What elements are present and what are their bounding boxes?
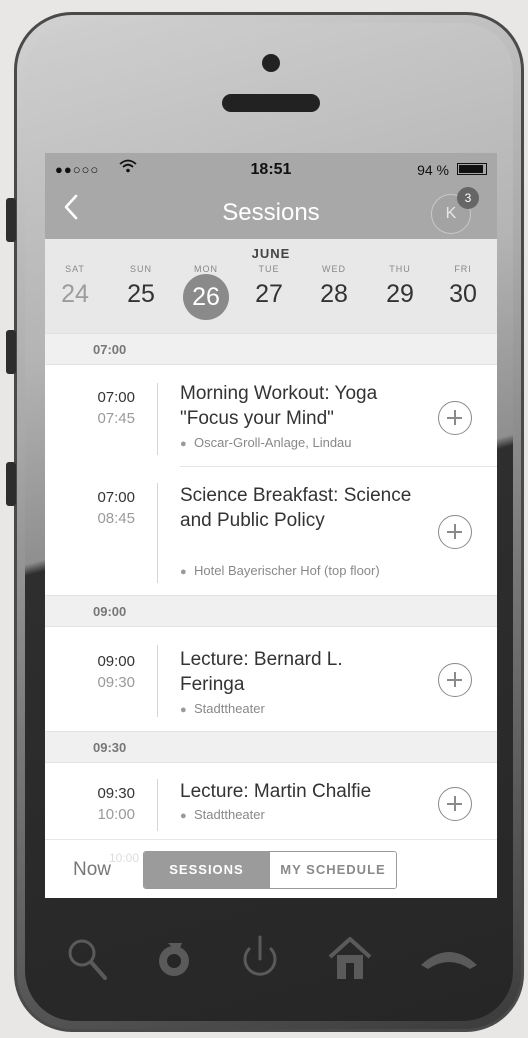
battery-icon: [457, 163, 487, 175]
mute-switch: [6, 198, 16, 242]
now-button[interactable]: Now: [73, 859, 111, 881]
tab-sessions[interactable]: SESSIONS: [144, 852, 269, 888]
calendar-month: JUNE: [251, 246, 291, 261]
calendar-day-sun[interactable]: SUN 25: [111, 264, 171, 309]
day-of-week: SUN: [129, 264, 152, 274]
day-number-selected: 26: [183, 274, 229, 320]
calendar-day-sat[interactable]: SAT 24: [45, 264, 105, 309]
location-text: Stadttheater: [194, 807, 265, 822]
session-start-time: 07:00: [97, 489, 135, 506]
battery-percent: 94 %: [417, 162, 449, 178]
session-location: ● Stadttheater: [180, 701, 265, 716]
calendar-day-thu[interactable]: THU 29: [370, 264, 430, 309]
add-session-button[interactable]: [438, 401, 472, 435]
notification-badge: 3: [457, 187, 479, 209]
session-title: Lecture: Martin Chalfie: [180, 781, 372, 802]
session-location: ● Oscar-Groll-Anlage, Lindau: [180, 435, 352, 450]
session-item[interactable]: 07:00 07:45 Morning Workout: Yoga "Focus…: [45, 365, 497, 467]
calendar-day-mon[interactable]: MON 26: [176, 264, 236, 320]
earpiece-speaker: [222, 94, 320, 112]
session-title: Lecture: Bernard L. Feringa: [180, 649, 343, 695]
location-pin-icon: ●: [180, 438, 187, 450]
session-item[interactable]: 09:30 10:00 Lecture: Martin Chalfie ● Sta…: [45, 763, 497, 839]
nav-bar: Sessions K 3: [45, 187, 497, 239]
session-location: ● Hotel Bayerischer Hof (top floor): [180, 563, 380, 578]
day-number: 30: [449, 280, 477, 308]
session-end-time: 09:30: [97, 674, 135, 691]
session-end-time: 10:00: [97, 806, 135, 823]
location-pin-icon: ●: [180, 566, 187, 578]
location-text: Hotel Bayerischer Hof (top floor): [194, 563, 380, 578]
section-time: 07:00: [93, 342, 127, 357]
calendar-day-wed[interactable]: WED 28: [304, 264, 364, 309]
avatar-initial: K: [445, 205, 457, 222]
location-text: Oscar-Groll-Anlage, Lindau: [194, 435, 352, 450]
section-time: 09:00: [93, 604, 127, 619]
add-session-button[interactable]: [438, 663, 472, 697]
page-title: Sessions: [222, 199, 320, 226]
session-start-time: 09:00: [97, 653, 135, 670]
session-title: Morning Workout: Yoga "Focus your Mind": [180, 383, 378, 429]
divider: [157, 483, 158, 583]
front-camera: [262, 54, 280, 72]
section-header: 09:00: [45, 595, 497, 627]
session-end-time: 07:45: [97, 410, 135, 427]
day-of-week: FRI: [454, 264, 472, 274]
day-of-week: TUE: [258, 264, 280, 274]
session-start-time: 09:30: [97, 785, 135, 802]
day-number: 24: [61, 280, 89, 308]
day-of-week: THU: [389, 264, 411, 274]
day-of-week: SAT: [65, 264, 85, 274]
volume-up-button: [6, 330, 16, 374]
divider: [157, 383, 158, 455]
session-start-time: 07:00: [97, 389, 135, 406]
view-segmented-control: SESSIONS MY SCHEDULE: [143, 851, 397, 889]
power-icon[interactable]: [238, 933, 282, 986]
session-title: Science Breakfast: Science and Public Po…: [180, 485, 412, 531]
divider: [157, 645, 158, 717]
phone-dock: [0, 915, 528, 1015]
day-number: 28: [320, 280, 348, 308]
day-of-week: MON: [194, 264, 218, 274]
status-bar: ●●○○○ 18:51 94 %: [45, 153, 497, 189]
search-icon[interactable]: [66, 937, 108, 986]
week-calendar: JUNE SAT 24 SUN 25 MON 26 TUE 27 WED 28 …: [45, 239, 497, 333]
calendar-day-tue[interactable]: TUE 27: [239, 264, 299, 309]
session-end-time: 08:45: [97, 510, 135, 527]
section-header: 09:30: [45, 731, 497, 763]
day-of-week: WED: [322, 264, 346, 274]
location-pin-icon: ●: [180, 704, 187, 716]
day-number: 27: [255, 280, 283, 308]
day-number: 25: [127, 280, 155, 308]
app-screen: ●●○○○ 18:51 94 % Sessions K 3 JUNE SAT 2…: [45, 153, 497, 898]
volume-down-button: [6, 462, 16, 506]
add-session-button[interactable]: [438, 787, 472, 821]
section-time: 09:30: [93, 740, 127, 755]
session-item[interactable]: 07:00 08:45 Science Breakfast: Science a…: [45, 467, 497, 595]
tab-my-schedule[interactable]: MY SCHEDULE: [269, 852, 396, 888]
day-number: 29: [386, 280, 414, 308]
section-header: 07:00: [45, 333, 497, 365]
location-text: Stadttheater: [194, 701, 265, 716]
refresh-icon[interactable]: [154, 937, 196, 986]
session-location: ● Stadttheater: [180, 807, 265, 822]
add-session-button[interactable]: [438, 515, 472, 549]
footer-bar: 10:00 Now SESSIONS MY SCHEDULE: [45, 839, 497, 898]
phone-hangup-icon[interactable]: [418, 943, 480, 978]
calendar-day-fri[interactable]: FRI 30: [433, 264, 493, 309]
scrolled-time-ghost: 10:00: [109, 851, 140, 865]
divider: [157, 779, 158, 831]
session-item[interactable]: 09:00 09:30 Lecture: Bernard L. Feringa …: [45, 627, 497, 731]
home-icon[interactable]: [326, 935, 374, 986]
location-pin-icon: ●: [180, 810, 187, 822]
